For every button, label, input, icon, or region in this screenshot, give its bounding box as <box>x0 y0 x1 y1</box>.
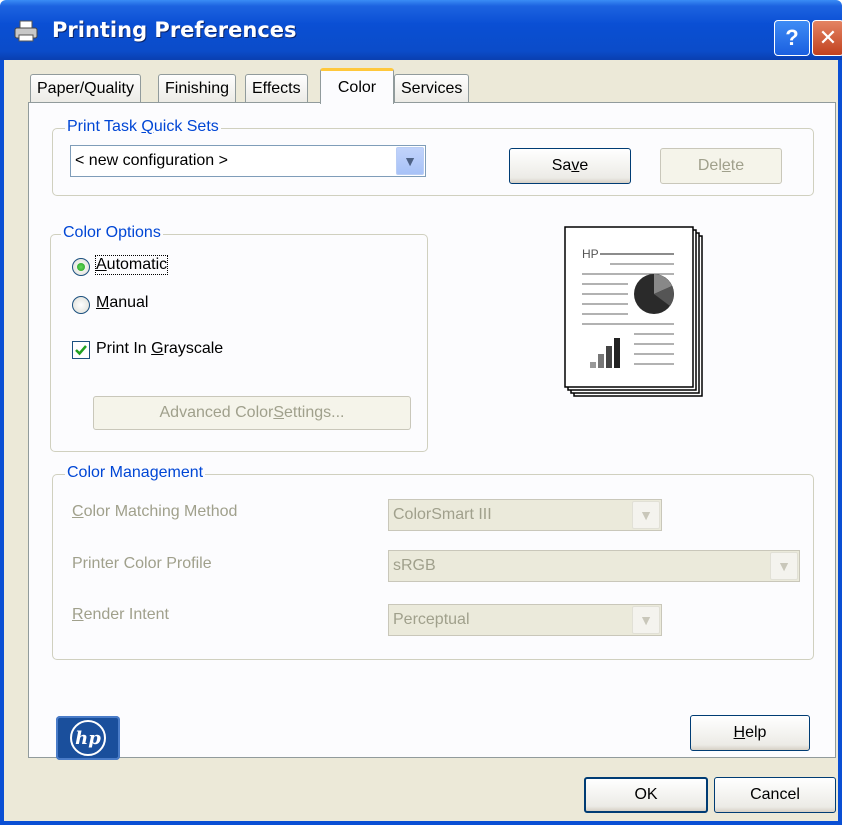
advanced-color-settings-button[interactable]: Advanced Color Settings... <box>93 396 411 430</box>
printer-icon <box>14 20 38 42</box>
save-button[interactable]: Sa v e <box>509 148 631 184</box>
preview-brand-text: HP <box>582 247 599 261</box>
close-icon: ✕ <box>818 25 838 50</box>
manual-label[interactable]: Manual <box>96 294 148 312</box>
close-button[interactable]: ✕ <box>812 20 842 56</box>
tab-color[interactable]: Color <box>320 68 394 104</box>
ok-button[interactable]: OK <box>584 777 708 813</box>
help-button[interactable]: Help <box>690 715 810 751</box>
printer-color-profile-label: Printer Color Profile <box>72 555 212 572</box>
tab-label: Finishing <box>165 79 230 97</box>
quick-sets-value: < new configuration > <box>75 152 228 169</box>
tab-label: Color <box>337 79 377 96</box>
chevron-down-icon[interactable]: ▼ <box>396 147 424 175</box>
tab-label: Paper/Quality <box>37 79 134 97</box>
grayscale-checkbox[interactable] <box>72 341 90 359</box>
tab-finishing[interactable]: Finishing <box>158 74 237 102</box>
quick-sets-dropdown[interactable]: < new configuration > ▼ <box>70 145 426 177</box>
automatic-radio[interactable] <box>72 258 90 276</box>
automatic-label[interactable]: Automatic <box>94 255 169 275</box>
chevron-down-icon[interactable]: ▼ <box>632 501 660 529</box>
radio-selected-dot <box>77 263 85 271</box>
hp-logo-mark: hp <box>70 720 106 756</box>
render-intent-dropdown[interactable]: Perceptual ▼ <box>388 604 662 636</box>
printer-color-profile-dropdown[interactable]: sRGB ▼ <box>388 550 800 582</box>
quick-sets-label: Print Task Quick Sets <box>65 118 221 136</box>
color-management-label: Color Management <box>65 464 206 482</box>
tab-paper-quality[interactable]: Paper/Quality <box>30 74 141 102</box>
tab-effects[interactable]: Effects <box>245 74 308 102</box>
checkmark-icon <box>75 345 87 356</box>
tab-label: Effects <box>252 79 301 97</box>
tab-services[interactable]: Services <box>394 74 470 102</box>
manual-radio[interactable] <box>72 296 90 314</box>
question-icon: ? <box>785 25 799 50</box>
cancel-button[interactable]: Cancel <box>714 777 836 813</box>
chevron-down-icon[interactable]: ▼ <box>770 552 798 580</box>
color-options-label: Color Options <box>61 224 163 242</box>
help-title-button[interactable]: ? <box>774 20 810 56</box>
color-matching-method-label: Color Matching Method <box>72 503 238 520</box>
delete-button[interactable]: Del e te <box>660 148 782 184</box>
chevron-down-icon[interactable]: ▼ <box>632 606 660 634</box>
render-intent-label: Render Intent <box>72 606 169 623</box>
title-bar[interactable]: Printing Preferences ? ✕ <box>0 0 842 60</box>
color-matching-method-dropdown[interactable]: ColorSmart III ▼ <box>388 499 662 531</box>
hp-logo: hp <box>56 716 120 760</box>
grayscale-label[interactable]: Print In Grayscale <box>96 340 223 358</box>
tab-label: Services <box>401 79 463 97</box>
window-title: Printing Preferences <box>52 18 297 42</box>
page-preview-image: HP <box>564 226 703 397</box>
